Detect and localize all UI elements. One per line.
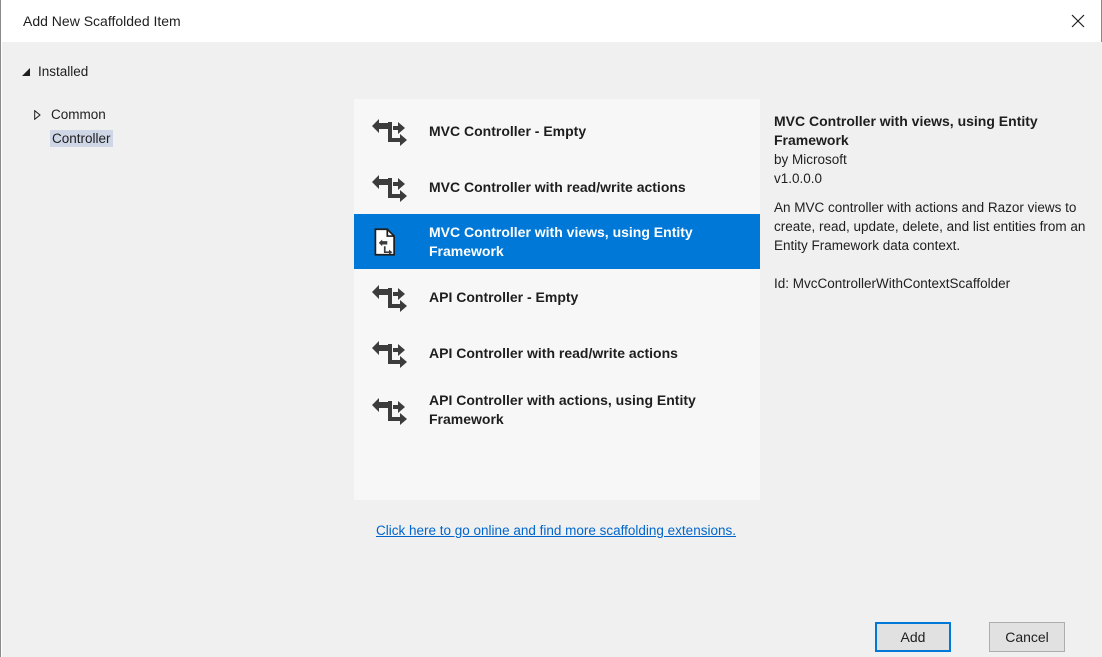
add-scaffolded-item-dialog: Add New Scaffolded Item Installed Common… [0,0,1102,657]
controller-icon [372,175,407,202]
scaffolder-list: MVC Controller - Empty MVC Controller wi… [354,99,760,500]
add-button[interactable]: Add [875,622,951,652]
details-id: Id: MvcControllerWithContextScaffolder [774,276,1011,291]
scaffolder-label: MVC Controller with views, using Entity … [429,223,693,259]
details-description: An MVC controller with actions and Razor… [774,200,1086,253]
tree-item-common[interactable]: Common [34,107,106,122]
tree-item-label: Common [51,107,106,122]
scaffolder-item-api-read-write[interactable]: API Controller with read/write actions [354,325,760,381]
details-author: by Microsoft [774,152,847,167]
scaffolder-item-api-actions-ef[interactable]: API Controller with actions, using Entit… [354,382,760,438]
tree-item-controller[interactable]: Controller [50,130,113,147]
scaffolder-item-mvc-read-write[interactable]: MVC Controller with read/write actions [354,159,760,215]
controller-views-icon [374,227,395,256]
controller-icon [372,341,407,368]
installed-label: Installed [38,64,89,79]
title-bar: Add New Scaffolded Item [1,0,1101,42]
controller-icon [372,398,407,425]
scaffolder-item-mvc-views-ef[interactable]: MVC Controller with views, using Entity … [354,214,760,269]
online-scaffolding-link[interactable]: Click here to go online and find more sc… [376,520,756,541]
scaffolder-label: MVC Controller - Empty [429,122,587,139]
details-title: MVC Controller with views, using Entity … [774,113,1038,148]
scaffolder-item-mvc-empty[interactable]: MVC Controller - Empty [354,103,760,159]
dialog-title: Add New Scaffolded Item [23,13,181,29]
collapsed-triangle-icon [34,109,41,120]
scaffolder-label: API Controller with actions, using Entit… [429,392,696,427]
tree-item-installed[interactable]: Installed [22,64,88,79]
close-icon [1071,14,1085,28]
cancel-button[interactable]: Cancel [989,622,1065,652]
close-button[interactable] [1055,0,1101,42]
expanded-triangle-icon [22,67,30,76]
dialog-body: Installed Common Controller MVC Controll… [2,42,1102,657]
controller-icon [372,119,407,146]
scaffolder-item-api-empty[interactable]: API Controller - Empty [354,269,760,325]
scaffolder-label: API Controller with read/write actions [429,344,678,361]
details-version: v1.0.0.0 [774,171,823,186]
controller-icon [372,285,407,312]
scaffolder-label: API Controller - Empty [429,288,579,305]
scaffolder-label: MVC Controller with read/write actions [429,178,686,195]
details-panel: MVC Controller with views, using Entity … [774,112,1099,293]
tree-item-label: Controller [52,131,111,146]
